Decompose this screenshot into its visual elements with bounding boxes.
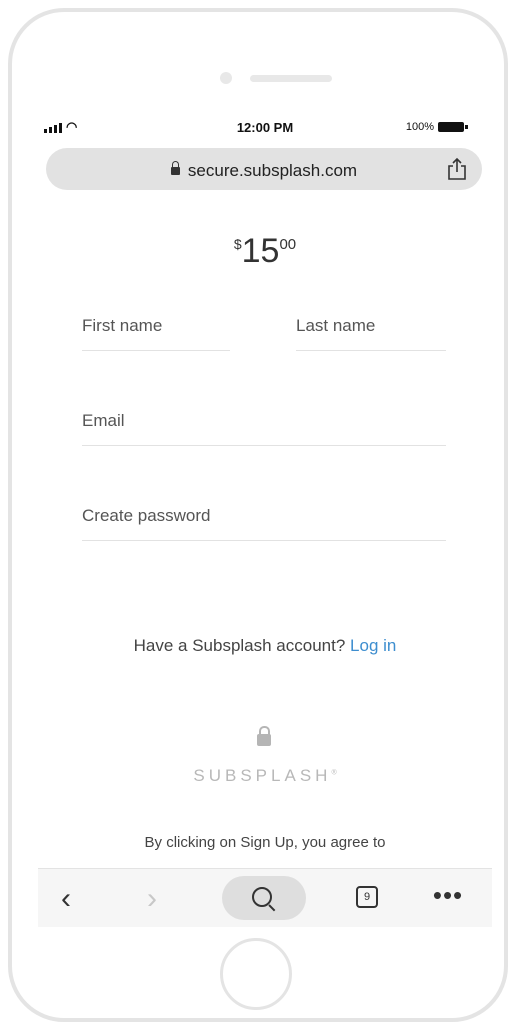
search-icon [252,887,272,907]
login-link[interactable]: Log in [350,636,396,655]
subsplash-logo: SUBSPLASH® [193,766,337,785]
address-bar[interactable]: secure.subsplash.com [46,148,482,190]
account-prompt: Have a Subsplash account? Log in [38,636,492,656]
email-input[interactable] [82,411,446,446]
back-chevron-icon[interactable]: ‹ [44,869,88,927]
front-camera [220,72,232,84]
secure-lock-icon [257,726,271,746]
forward-chevron-icon[interactable]: › [130,869,174,927]
home-button[interactable] [220,938,292,1010]
last-name-input[interactable] [296,316,446,351]
more-dots-icon[interactable]: ••• [428,882,468,908]
brand-name: SUBSPLASH [193,766,332,785]
browser-toolbar: ‹ › 9 ••• [38,868,492,927]
battery-icon [438,122,468,132]
signup-page: $1500 Have a Subsplash account? Log in S… [38,198,492,868]
share-icon[interactable] [446,157,468,181]
tabs-icon[interactable]: 9 [356,886,378,908]
phone-screen: ◠ 12:00 PM 100% secure.subsplash.com $15… [38,110,492,927]
password-input[interactable] [82,506,446,541]
account-prompt-text: Have a Subsplash account? [133,636,346,655]
donation-amount: $1500 [38,232,492,271]
earpiece-speaker [250,75,332,82]
amount-dollars: 15 [241,232,280,270]
terms-text: By clicking on Sign Up, you agree to [144,834,386,851]
currency-symbol: $ [233,236,242,252]
status-bar: ◠ 12:00 PM 100% [38,110,492,144]
url-display: secure.subsplash.com [46,161,482,181]
first-name-input[interactable] [82,316,230,351]
url-text: secure.subsplash.com [187,161,358,180]
lock-icon [170,161,180,175]
battery-percentage: 100% [405,121,434,133]
amount-cents: 00 [279,236,297,253]
